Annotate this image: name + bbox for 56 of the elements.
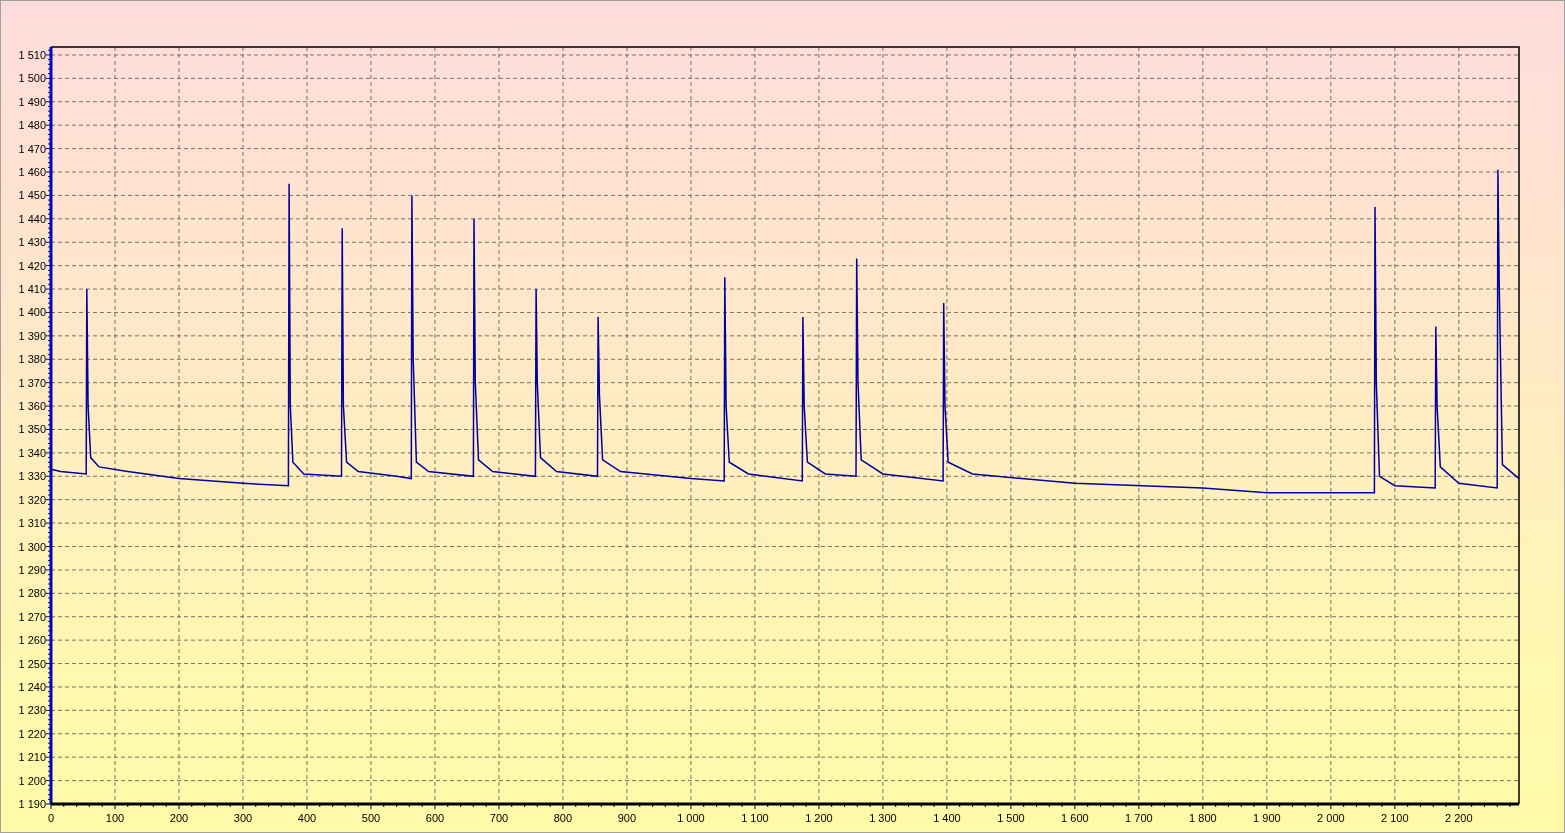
x-tick-label: 1 500 [997,812,1025,824]
y-tick-label: 1 400 [18,306,46,319]
x-tick-label: 600 [425,812,445,824]
y-tick-label: 1 410 [18,283,46,296]
x-tick-label: 1 700 [1125,812,1153,824]
y-tick-label: 1 220 [18,727,46,740]
x-tick-label: 900 [617,812,637,824]
y-tick-label: 1 380 [18,353,46,366]
y-tick-label: 1 440 [18,212,46,225]
x-tick-label: 2 200 [1445,812,1473,824]
y-tick-label: 1 450 [18,189,46,202]
x-tick-label: 2 000 [1317,812,1345,824]
y-tick-label: 1 510 [18,48,46,61]
y-tick-label: 1 200 [18,774,46,787]
y-tick-label: 1 280 [18,587,46,600]
y-tick-label: 1 190 [18,798,46,810]
y-tick-label: 1 470 [18,142,46,155]
y-tick-label: 1 270 [18,610,46,623]
x-tick-label: 1 100 [741,812,769,824]
x-tick-label: 1 200 [805,812,833,824]
y-tick-label: 1 430 [18,236,46,249]
x-tick-label: 100 [105,812,125,824]
x-tick-label: 400 [297,812,317,824]
y-tick-label: 1 490 [18,95,46,108]
x-tick-label: 1 400 [933,812,961,824]
x-tick-label: 500 [361,812,381,824]
y-tick-label: 1 260 [18,634,46,647]
y-tick-label: 1 350 [18,423,46,436]
x-tick-label: 1 000 [677,812,705,824]
y-tick-label: 1 210 [18,751,46,764]
y-tick-label: 1 390 [18,329,46,342]
x-tick-label: 700 [489,812,509,824]
y-tick-label: 1 290 [18,563,46,576]
x-tick-label: 2 100 [1381,812,1409,824]
y-tick-label: 1 460 [18,166,46,178]
x-tick-label: 1 600 [1061,812,1089,824]
y-tick-label: 1 340 [18,446,46,459]
y-tick-label: 1 230 [18,704,46,717]
x-tick-label: 1 900 [1253,812,1281,824]
y-tick-label: 1 310 [18,517,46,530]
y-tick-label: 1 320 [18,493,46,506]
y-tick-label: 1 370 [18,376,46,389]
x-tick-label: 0 [47,812,55,824]
x-tick-label: 1 800 [1189,812,1217,824]
y-tick-label: 1 250 [18,657,46,670]
y-tick-label: 1 360 [18,400,46,413]
x-tick-label: 800 [553,812,573,824]
y-tick-label: 1 420 [18,259,46,272]
y-tick-label: 1 500 [18,72,46,85]
x-tick-label: 1 300 [869,812,897,824]
y-tick-label: 1 480 [18,119,46,132]
x-tick-label: 200 [169,812,189,824]
y-tick-label: 1 240 [18,680,46,693]
y-tick-label: 1 300 [18,540,46,553]
x-tick-label: 300 [233,812,253,824]
y-tick-label: 1 330 [18,470,46,483]
